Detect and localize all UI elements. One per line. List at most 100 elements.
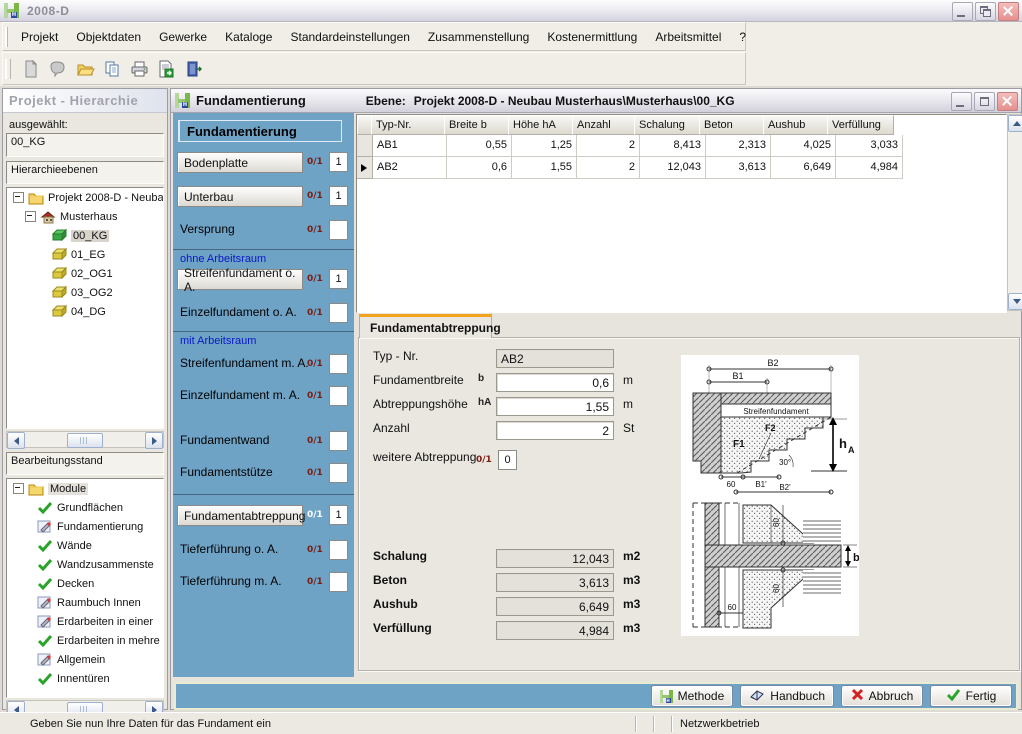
count-input[interactable] bbox=[329, 386, 348, 406]
scroll-up-icon[interactable] bbox=[1008, 115, 1022, 132]
menu-objektdaten[interactable]: Objektdaten bbox=[67, 27, 150, 47]
menu-hilfe[interactable]: ? bbox=[730, 27, 755, 47]
maximize-button[interactable] bbox=[974, 92, 995, 111]
column-header[interactable]: Höhe hA bbox=[508, 115, 573, 135]
scroll-right-icon[interactable] bbox=[145, 432, 163, 449]
column-header[interactable]: Aushub bbox=[763, 115, 828, 135]
column-header[interactable]: Beton bbox=[699, 115, 764, 135]
foundation-diagram: B2 B1 Streifenfundament F1 F2 bbox=[681, 355, 859, 636]
menu-standardeinstellungen[interactable]: Standardeinstellungen bbox=[281, 27, 418, 47]
menu-arbeitsmittel[interactable]: Arbeitsmittel bbox=[646, 27, 730, 47]
einzelfundament-ma-label[interactable]: Einzelfundament m. A. bbox=[180, 388, 300, 402]
count-input[interactable] bbox=[329, 220, 348, 240]
scroll-left-icon[interactable] bbox=[7, 432, 25, 449]
tree-node-floor-04dg[interactable]: 04_DG bbox=[7, 302, 163, 321]
tree-node-building[interactable]: Musterhaus bbox=[7, 207, 163, 226]
tieferfuehrung-oa-label[interactable]: Tieferführung o. A. bbox=[180, 542, 278, 556]
tree-node-project[interactable]: Projekt 2008-D - Neubau bbox=[7, 188, 163, 207]
module-item[interactable]: Decken bbox=[7, 574, 163, 593]
tree-node-floor-01eg[interactable]: 01_EG bbox=[7, 245, 163, 264]
tree-node-floor-00kg[interactable]: 00_KG bbox=[7, 226, 163, 245]
print-icon[interactable] bbox=[128, 58, 150, 80]
open-folder-icon[interactable] bbox=[74, 58, 96, 80]
tieferfuehrung-ma-label[interactable]: Tieferführung m. A. bbox=[180, 574, 282, 588]
hierarchy-hscrollbar[interactable] bbox=[6, 431, 164, 448]
scroll-thumb[interactable] bbox=[67, 433, 103, 448]
count-input[interactable] bbox=[329, 463, 348, 483]
statusbar-divider bbox=[653, 716, 655, 732]
streifenfundament-ma-label[interactable]: Streifenfundament m. A. bbox=[180, 356, 309, 370]
collapse-icon[interactable] bbox=[13, 483, 24, 494]
tree-node-label: 02_OG1 bbox=[71, 268, 113, 280]
methode-button[interactable]: H Methode bbox=[651, 685, 734, 707]
pencil-icon bbox=[37, 653, 53, 667]
module-item[interactable]: Erdarbeiten in einer bbox=[7, 612, 163, 631]
unterbau-button[interactable]: Unterbau bbox=[177, 186, 303, 207]
fundamentstuetze-label[interactable]: Fundamentstütze bbox=[180, 465, 273, 479]
column-header[interactable]: Verfüllung bbox=[827, 115, 894, 135]
breite-input[interactable]: 0,6 bbox=[496, 373, 614, 392]
count-input[interactable]: 1 bbox=[329, 186, 348, 206]
streifenfundament-oa-button[interactable]: Streifenfundament o. A. bbox=[177, 269, 303, 290]
new-document-icon[interactable] bbox=[20, 58, 42, 80]
module-item[interactable]: Grundflächen bbox=[7, 498, 163, 517]
minimize-button[interactable] bbox=[951, 92, 972, 111]
menu-zusammenstellung[interactable]: Zusammenstellung bbox=[419, 27, 538, 47]
count-input[interactable] bbox=[329, 431, 348, 451]
column-header[interactable]: Breite b bbox=[444, 115, 509, 135]
tree-node-floor-03og2[interactable]: 03_OG2 bbox=[7, 283, 163, 302]
copy-icon[interactable] bbox=[101, 58, 123, 80]
export-document-icon[interactable] bbox=[155, 58, 177, 80]
hoehe-input[interactable]: 1,55 bbox=[496, 397, 614, 416]
open-project-icon[interactable] bbox=[47, 58, 69, 80]
module-item[interactable]: Innentüren bbox=[7, 669, 163, 688]
einzelfundament-oa-label[interactable]: Einzelfundament o. A. bbox=[180, 305, 297, 319]
close-button[interactable] bbox=[998, 2, 1019, 21]
module-item[interactable]: Erdarbeiten in mehre bbox=[7, 631, 163, 650]
abbruch-button[interactable]: Abbruch bbox=[841, 685, 923, 707]
menu-kataloge[interactable]: Kataloge bbox=[216, 27, 281, 47]
module-item[interactable]: Allgemein bbox=[7, 650, 163, 669]
count-input[interactable] bbox=[329, 572, 348, 592]
collapse-icon[interactable] bbox=[13, 192, 24, 203]
column-header[interactable]: Anzahl bbox=[572, 115, 635, 135]
anzahl-input[interactable]: 2 bbox=[496, 421, 614, 440]
toolbar-grip bbox=[5, 59, 11, 79]
tree-node-module-root[interactable]: Module bbox=[7, 479, 163, 498]
close-button[interactable] bbox=[997, 92, 1018, 111]
restore-button[interactable] bbox=[975, 2, 996, 21]
column-header[interactable]: Schalung bbox=[634, 115, 700, 135]
exit-door-icon[interactable] bbox=[182, 58, 204, 80]
bodenplatte-button[interactable]: Bodenplatte bbox=[177, 152, 303, 173]
scroll-down-icon[interactable] bbox=[1008, 293, 1022, 310]
table-vscrollbar[interactable] bbox=[1007, 114, 1022, 311]
handbuch-button[interactable]: Handbuch bbox=[740, 685, 834, 707]
fundamentwand-label[interactable]: Fundamentwand bbox=[180, 433, 269, 447]
count-input[interactable] bbox=[329, 303, 348, 323]
tree-node-floor-02og1[interactable]: 02_OG1 bbox=[7, 264, 163, 283]
status-message: Geben Sie nun Ihre Daten für das Fundame… bbox=[0, 718, 634, 730]
count-input[interactable] bbox=[329, 540, 348, 560]
weitere-input[interactable]: 0 bbox=[498, 450, 517, 470]
cell: 2 bbox=[577, 157, 640, 179]
versprung-label[interactable]: Versprung bbox=[180, 222, 235, 236]
tab-fundamentabtreppung[interactable]: Fundamentabtreppung bbox=[359, 314, 492, 338]
menu-kostenermittlung[interactable]: Kostenermittlung bbox=[538, 27, 646, 47]
module-item[interactable]: Wandzusammenste bbox=[7, 555, 163, 574]
count-input[interactable]: 1 bbox=[329, 152, 348, 172]
menu-gewerke[interactable]: Gewerke bbox=[150, 27, 216, 47]
table-row[interactable]: AB1 0,55 1,25 2 8,413 2,313 4,025 3,033 bbox=[357, 135, 1006, 157]
count-input[interactable]: 1 bbox=[329, 269, 348, 289]
menu-projekt[interactable]: Projekt bbox=[12, 27, 67, 47]
module-item[interactable]: Raumbuch Innen bbox=[7, 593, 163, 612]
fertig-button[interactable]: Fertig bbox=[930, 685, 1012, 707]
count-input[interactable]: 1 bbox=[329, 505, 348, 525]
fundamentabtreppung-button[interactable]: Fundamentabtreppung bbox=[177, 505, 303, 526]
table-row-active[interactable]: AB2 0,6 1,55 2 12,043 3,613 6,649 4,984 bbox=[357, 157, 1006, 179]
collapse-icon[interactable] bbox=[25, 211, 36, 222]
module-item[interactable]: Wände bbox=[7, 536, 163, 555]
column-header[interactable]: Typ-Nr. bbox=[371, 115, 445, 135]
module-item[interactable]: Fundamentierung bbox=[7, 517, 163, 536]
minimize-button[interactable] bbox=[952, 2, 973, 21]
count-input[interactable] bbox=[329, 354, 348, 374]
